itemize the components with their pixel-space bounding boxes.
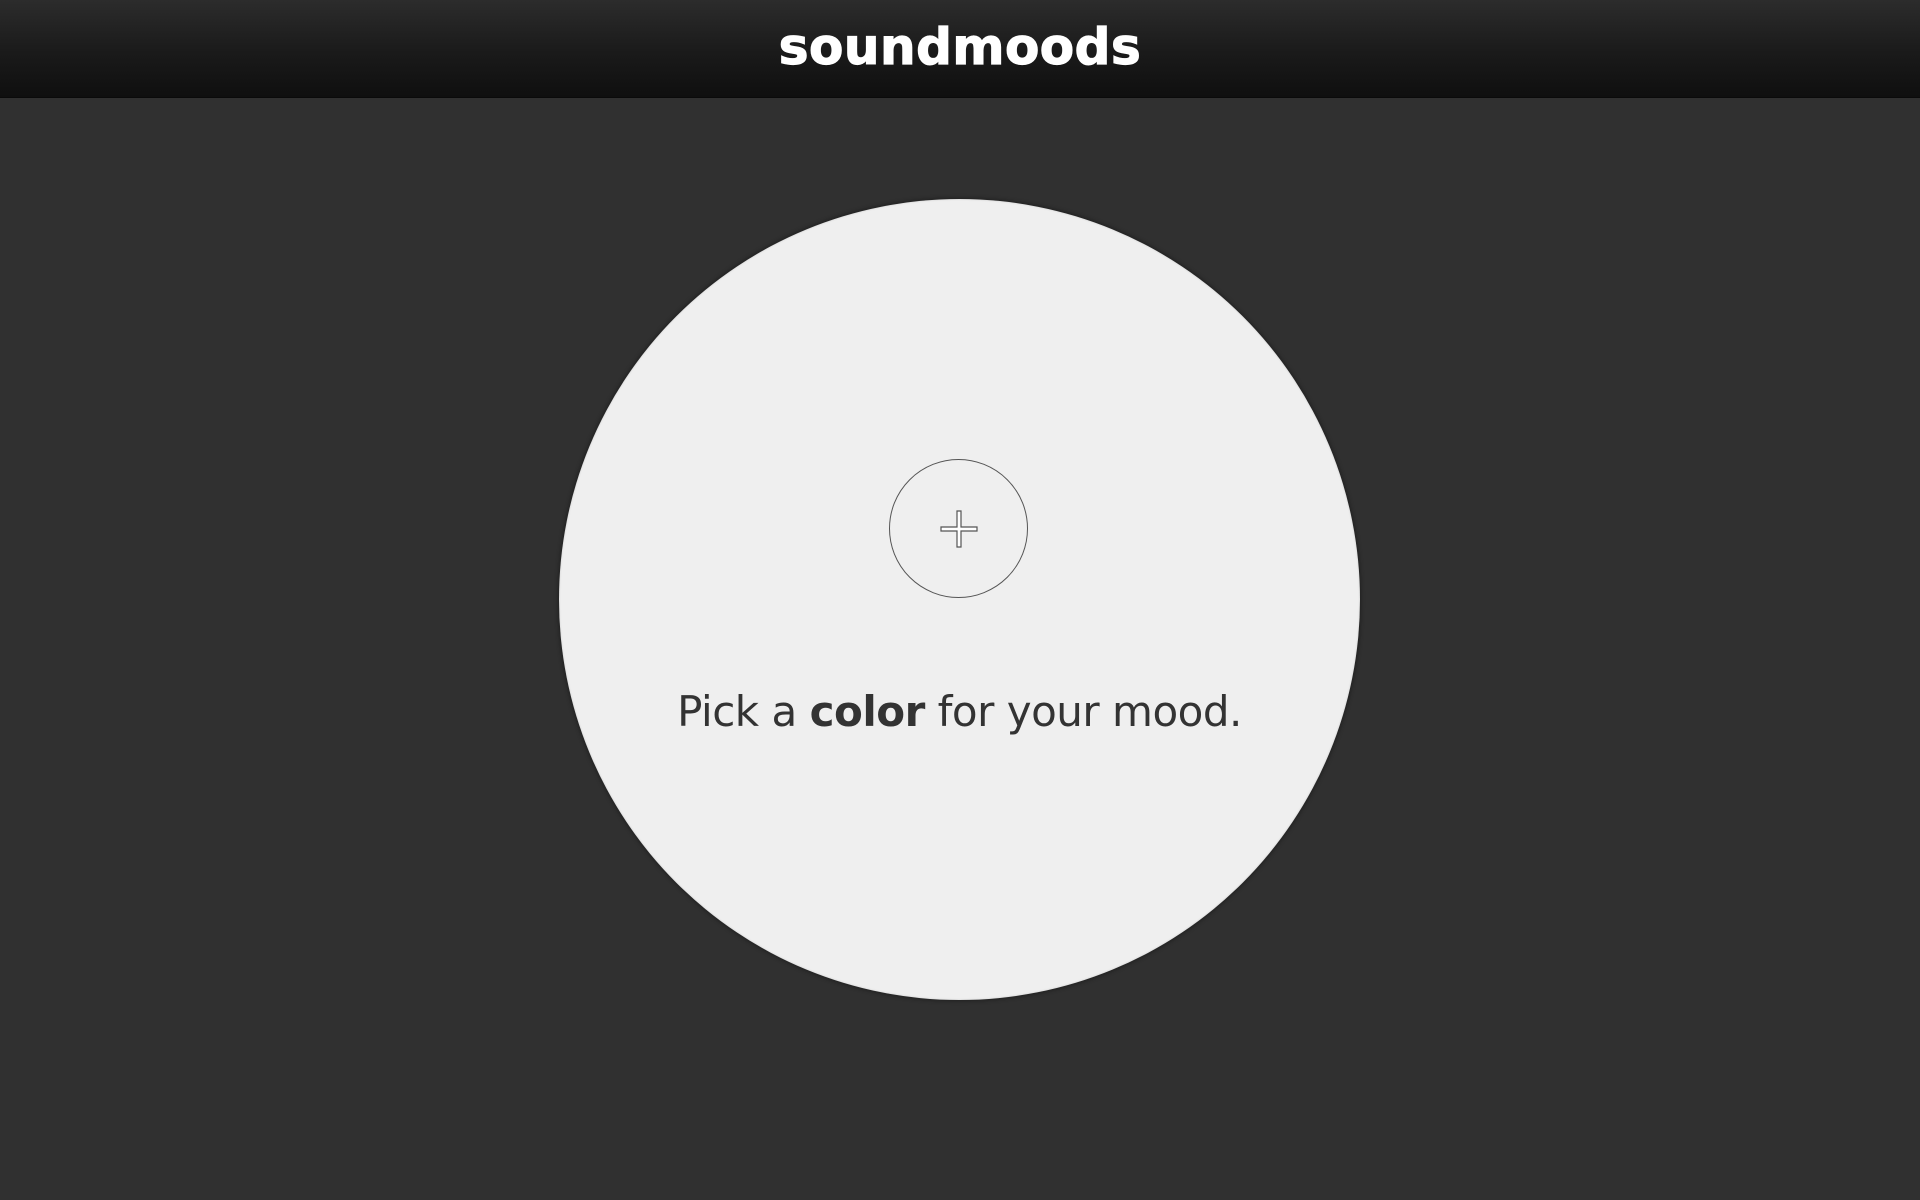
- top-bar: soundmoods: [0, 0, 1920, 98]
- plus-icon: [939, 509, 979, 549]
- prompt-emphasis: color: [809, 687, 926, 736]
- mood-disc: [559, 199, 1360, 1000]
- add-color-button[interactable]: [889, 459, 1028, 598]
- app-logo[interactable]: soundmoods: [778, 21, 1141, 72]
- prompt-text-before: Pick a: [677, 687, 810, 736]
- mood-prompt: Pick a color for your mood.: [559, 682, 1360, 742]
- prompt-text-after: for your mood.: [924, 687, 1243, 736]
